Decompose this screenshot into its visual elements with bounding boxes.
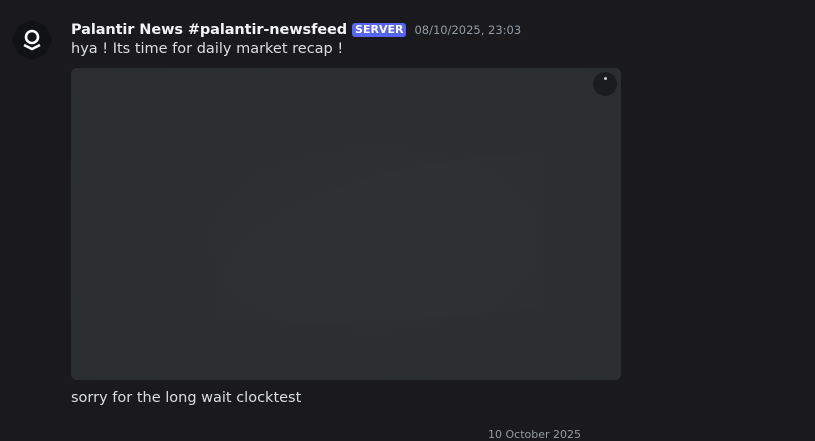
message-text-second: sorry for the long wait clocktest [71,390,302,406]
palantir-logo-icon [23,29,41,51]
message-text: hya ! Its time for daily market recap ! [71,41,344,57]
message-header: Palantir News #palantir-newsfeed SERVER … [71,19,521,41]
server-badge: SERVER [352,23,407,37]
embed-more-button[interactable] [593,72,617,96]
embed-image-placeholder [221,153,541,323]
embed-image[interactable] [71,68,621,380]
more-icon [603,77,607,80]
chat-message: Palantir News #palantir-newsfeed SERVER … [0,0,815,441]
avatar[interactable] [13,21,51,59]
message-timestamp[interactable]: 08/10/2025, 23:03 [414,23,521,37]
author-name[interactable]: Palantir News #palantir-newsfeed [71,22,347,38]
date-divider: 10 October 2025 [488,428,582,441]
